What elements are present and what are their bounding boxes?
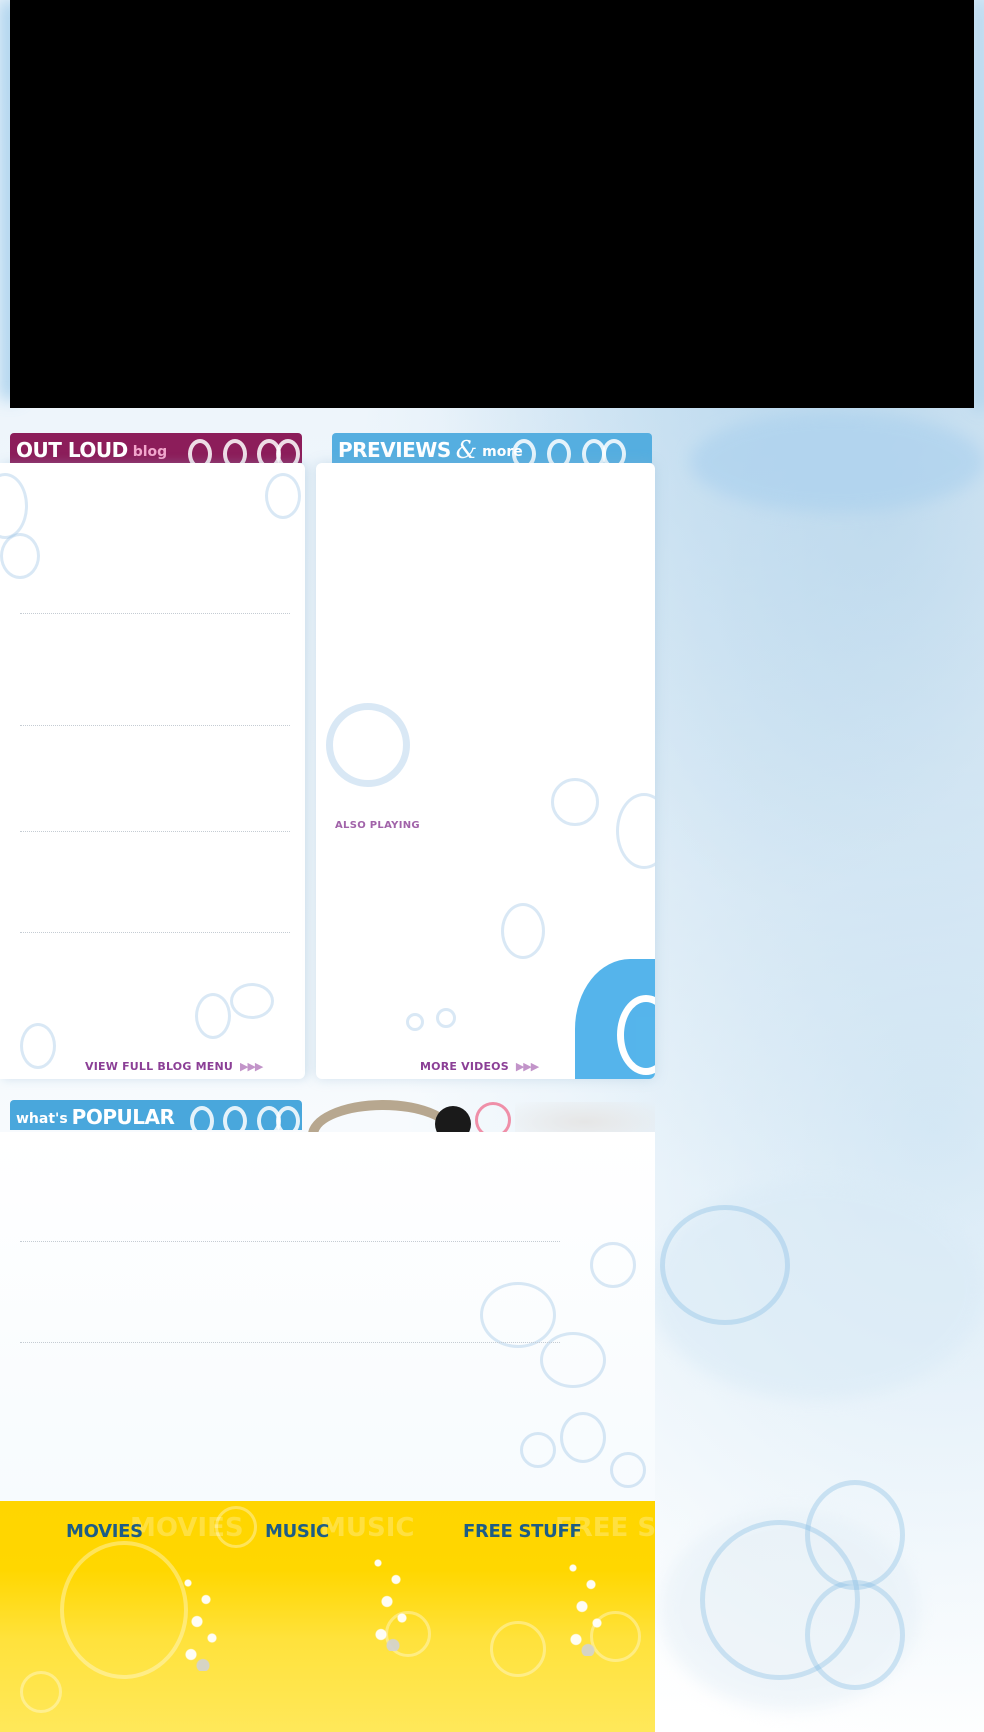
ring-ornament-icon	[223, 439, 247, 463]
bubble-decoration	[265, 473, 301, 519]
photo-shape	[435, 1106, 471, 1132]
bubble-decoration	[0, 533, 40, 579]
photo-shape	[475, 1102, 511, 1132]
ring-ornament-icon	[276, 1106, 300, 1130]
nav-ghost-text: MOVIES	[130, 1513, 244, 1543]
bubble-decoration	[195, 993, 231, 1039]
ring-ornament-icon	[223, 1106, 247, 1130]
bubble-decoration	[590, 1242, 636, 1288]
bubble-decoration	[610, 1452, 646, 1488]
bubble-decoration	[540, 1332, 606, 1388]
bubble-decoration	[20, 1671, 62, 1713]
bubble-decoration	[805, 1480, 905, 1590]
nav-free-stuff-link[interactable]: FREE STUFF	[463, 1521, 582, 1542]
corner-splash-decoration	[575, 959, 655, 1079]
bubble-decoration	[436, 1008, 456, 1028]
bubble-decoration	[406, 1013, 424, 1031]
ring-ornament-icon	[276, 439, 300, 463]
popular-entry-divider	[20, 1241, 560, 1242]
ring-ornament-icon	[547, 439, 571, 463]
ring-ornament-icon	[190, 1106, 214, 1130]
popular-title: POPULAR	[71, 1105, 175, 1129]
triple-arrow-icon: ▶▶▶	[240, 1060, 263, 1073]
more-videos-link[interactable]: MORE VIDEOS ▶▶▶	[420, 1060, 539, 1073]
sparkle-decoration	[360, 1541, 420, 1651]
blog-panel: VIEW FULL BLOG MENU ▶▶▶	[0, 463, 305, 1079]
popular-panel	[0, 1132, 655, 1502]
blog-entry-divider	[20, 831, 290, 832]
bubble-decoration	[560, 1412, 606, 1463]
view-full-blog-menu-label: VIEW FULL BLOG MENU	[85, 1060, 233, 1073]
bubble-decoration	[805, 1580, 905, 1690]
also-playing-heading: ALSO PLAYING	[335, 820, 420, 831]
bubble-decoration	[326, 703, 410, 787]
footer-nav: MOVIES MUSIC FREE STUFF MOVIES MUSIC FRE…	[0, 1501, 655, 1732]
blog-subtitle: blog	[132, 444, 168, 460]
blog-entry-divider	[20, 613, 290, 614]
bubble-decoration	[230, 983, 274, 1019]
ring-ornament-icon	[188, 439, 212, 463]
bubble-decoration	[60, 1541, 188, 1679]
previews-section-header: PREVIEWS & more	[332, 433, 652, 463]
popular-entry-divider	[20, 1342, 560, 1343]
bubble-decoration	[20, 1023, 56, 1069]
previews-title: PREVIEWS	[338, 438, 451, 462]
bubble-decoration	[0, 473, 28, 539]
popular-section-header: what's POPULAR	[10, 1100, 302, 1130]
nav-movies-link[interactable]: MOVIES	[66, 1521, 143, 1542]
bubble-decoration	[551, 778, 599, 826]
right-splash-decoration	[976, 0, 984, 410]
nav-ghost-text: MUSIC	[320, 1513, 415, 1543]
popular-header-photo	[300, 1094, 655, 1132]
blog-section-header: OUT LOUD blog	[10, 433, 302, 463]
sparkle-decoration	[170, 1561, 230, 1671]
previews-ampersand: &	[455, 436, 478, 463]
blog-title: OUT LOUD	[16, 438, 128, 462]
bubble-decoration	[501, 903, 545, 959]
sparkle-decoration	[555, 1546, 615, 1656]
bubble-decoration	[520, 1432, 556, 1468]
blog-entry-divider	[20, 932, 290, 933]
bubble-decoration	[480, 1282, 556, 1348]
bubble-decoration	[616, 793, 655, 869]
video-player[interactable]	[10, 0, 974, 408]
popular-prefix: what's	[16, 1111, 68, 1127]
bubble-decoration	[490, 1621, 546, 1677]
nav-music-link[interactable]: MUSIC	[265, 1521, 329, 1542]
triple-arrow-icon: ▶▶▶	[515, 1060, 539, 1073]
ring-ornament-icon	[512, 439, 536, 463]
blog-entry-divider	[20, 725, 290, 726]
ring-ornament-icon	[602, 439, 626, 463]
photo-shape	[515, 1102, 655, 1132]
bubble-decoration	[660, 1205, 790, 1325]
view-full-blog-menu-link[interactable]: VIEW FULL BLOG MENU ▶▶▶	[85, 1060, 263, 1073]
more-videos-label: MORE VIDEOS	[420, 1060, 509, 1073]
cloud-splash-decoration	[690, 412, 984, 512]
previews-panel: ALSO PLAYING MORE VIDEOS ▶▶▶	[316, 463, 655, 1079]
